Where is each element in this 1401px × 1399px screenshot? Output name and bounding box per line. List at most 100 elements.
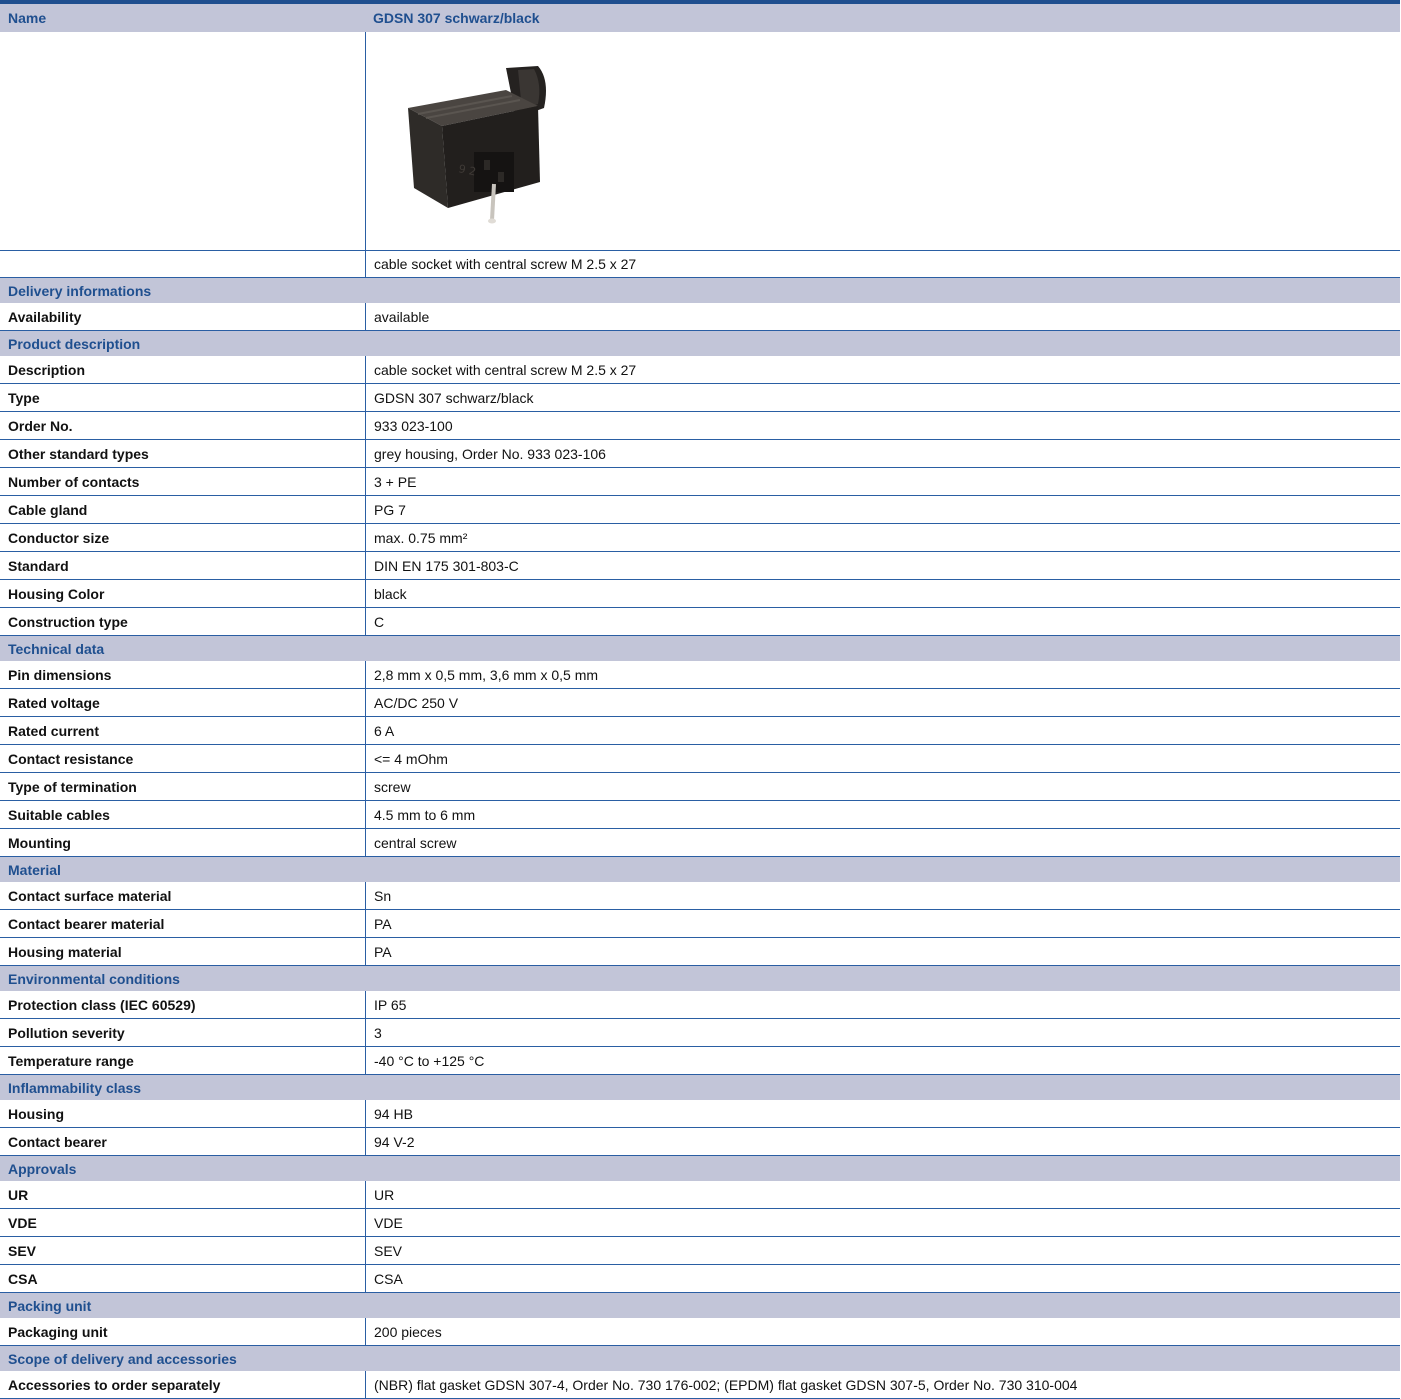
spec-row: Temperature range -40 °C to +125 °C <box>0 1047 1400 1075</box>
spec-label: Type <box>8 389 40 406</box>
spec-label: Suitable cables <box>8 806 110 823</box>
spec-row: Contact bearer 94 V-2 <box>0 1128 1400 1156</box>
section-header: Delivery informations <box>0 278 1400 303</box>
spec-row: Contact resistance <= 4 mOhm <box>0 745 1400 773</box>
spec-value: central screw <box>365 829 1400 856</box>
spec-value: max. 0.75 mm² <box>365 524 1400 551</box>
spec-row: Standard DIN EN 175 301-803-C <box>0 552 1400 580</box>
section-header: Material <box>0 857 1400 882</box>
section-title: Scope of delivery and accessories <box>8 1350 237 1367</box>
spec-value: PA <box>365 938 1400 965</box>
spec-row: Cable gland PG 7 <box>0 496 1400 524</box>
spec-label: Temperature range <box>8 1052 134 1069</box>
spec-label: Contact bearer material <box>8 915 165 932</box>
spec-value: 2,8 mm x 0,5 mm, 3,6 mm x 0,5 mm <box>365 661 1400 688</box>
spec-label: Number of contacts <box>8 473 140 490</box>
spec-value: Sn <box>365 882 1400 909</box>
spec-value: 3 <box>365 1019 1400 1046</box>
spec-value: VDE <box>365 1209 1400 1236</box>
spec-row: Mounting central screw <box>0 829 1400 857</box>
spec-row: Rated voltage AC/DC 250 V <box>0 689 1400 717</box>
spec-value: <= 4 mOhm <box>365 745 1400 772</box>
spec-value: (NBR) flat gasket GDSN 307-4, Order No. … <box>365 1371 1400 1398</box>
spec-value: SEV <box>365 1237 1400 1264</box>
section-header: Approvals <box>0 1156 1400 1181</box>
spec-label: Contact resistance <box>8 750 134 767</box>
spec-row: Pollution severity 3 <box>0 1019 1400 1047</box>
spec-row: Other standard types grey housing, Order … <box>0 440 1400 468</box>
spec-row: Conductor size max. 0.75 mm² <box>0 524 1400 552</box>
name-value: GDSN 307 schwarz/black <box>373 10 540 26</box>
section-title: Technical data <box>8 640 105 657</box>
section-header: Scope of delivery and accessories <box>0 1346 1400 1371</box>
spec-label: Other standard types <box>8 445 149 462</box>
spec-row: Contact surface material Sn <box>0 882 1400 910</box>
spec-label: VDE <box>8 1214 37 1231</box>
spec-value: DIN EN 175 301-803-C <box>365 552 1400 579</box>
spec-row: Accessories to order separately (NBR) fla… <box>0 1371 1400 1399</box>
spec-label: Conductor size <box>8 529 110 546</box>
spec-label: Cable gland <box>8 501 88 518</box>
spec-row: SEV SEV <box>0 1237 1400 1265</box>
spec-label: Order No. <box>8 417 73 434</box>
spec-label: Housing material <box>8 943 122 960</box>
spec-value: IP 65 <box>365 991 1400 1018</box>
spec-label: Packaging unit <box>8 1323 108 1340</box>
spec-value: 6 A <box>365 717 1400 744</box>
section-title: Inflammability class <box>8 1079 142 1096</box>
spec-row: CSA CSA <box>0 1265 1400 1293</box>
section-title: Product description <box>8 335 141 352</box>
image-caption: cable socket with central screw M 2.5 x … <box>365 251 1400 277</box>
product-image-row: 9 2 <box>0 32 1400 251</box>
section-header: Environmental conditions <box>0 966 1400 991</box>
spec-value: 94 HB <box>365 1100 1400 1127</box>
spec-label: Description <box>8 361 86 378</box>
spec-value: available <box>365 303 1400 330</box>
spec-label: Standard <box>8 557 69 574</box>
section-title: Packing unit <box>8 1297 92 1314</box>
spec-label: Protection class (IEC 60529) <box>8 996 196 1013</box>
spec-value: cable socket with central screw M 2.5 x … <box>365 356 1400 383</box>
spec-value: PA <box>365 910 1400 937</box>
section-title: Material <box>8 861 61 878</box>
spec-label: Pollution severity <box>8 1024 125 1041</box>
spec-label: Construction type <box>8 613 128 630</box>
spec-label: Accessories to order separately <box>8 1376 221 1393</box>
spec-label: Housing Color <box>8 585 105 602</box>
spec-row: Pin dimensions 2,8 mm x 0,5 mm, 3,6 mm x … <box>0 661 1400 689</box>
spec-label: Mounting <box>8 834 71 851</box>
spec-row: Suitable cables 4.5 mm to 6 mm <box>0 801 1400 829</box>
image-caption-row: cable socket with central screw M 2.5 x … <box>0 251 1400 278</box>
section-header: Packing unit <box>0 1293 1400 1318</box>
spec-row: Description cable socket with central scr… <box>0 356 1400 384</box>
spec-value: 933 023-100 <box>365 412 1400 439</box>
spec-label: Housing <box>8 1105 64 1122</box>
name-row: Name GDSN 307 schwarz/black <box>0 4 1400 32</box>
spec-value: screw <box>365 773 1400 800</box>
name-label: Name <box>8 10 47 26</box>
spec-row: Contact bearer material PA <box>0 910 1400 938</box>
spec-value: grey housing, Order No. 933 023-106 <box>365 440 1400 467</box>
spec-label: UR <box>8 1186 29 1203</box>
spec-value: PG 7 <box>365 496 1400 523</box>
spec-row: Number of contacts 3 + PE <box>0 468 1400 496</box>
spec-label: CSA <box>8 1270 38 1287</box>
spec-row: Housing material PA <box>0 938 1400 966</box>
spec-value: black <box>365 580 1400 607</box>
spec-label: Pin dimensions <box>8 666 112 683</box>
spec-row: Order No. 933 023-100 <box>0 412 1400 440</box>
spec-value: 4.5 mm to 6 mm <box>365 801 1400 828</box>
spec-label: Availability <box>8 308 82 325</box>
spec-row: Type of termination screw <box>0 773 1400 801</box>
spec-label: Contact bearer <box>8 1133 107 1150</box>
section-header: Inflammability class <box>0 1075 1400 1100</box>
spec-row: UR UR <box>0 1181 1400 1209</box>
spec-row: Packaging unit 200 pieces <box>0 1318 1400 1346</box>
spec-label: Rated current <box>8 722 100 739</box>
spec-label: Rated voltage <box>8 694 100 711</box>
connector-product-photo: 9 2 <box>408 66 546 224</box>
spec-row: Construction type C <box>0 608 1400 636</box>
spec-value: UR <box>365 1181 1400 1208</box>
spec-label: Contact surface material <box>8 887 172 904</box>
spec-value: AC/DC 250 V <box>365 689 1400 716</box>
